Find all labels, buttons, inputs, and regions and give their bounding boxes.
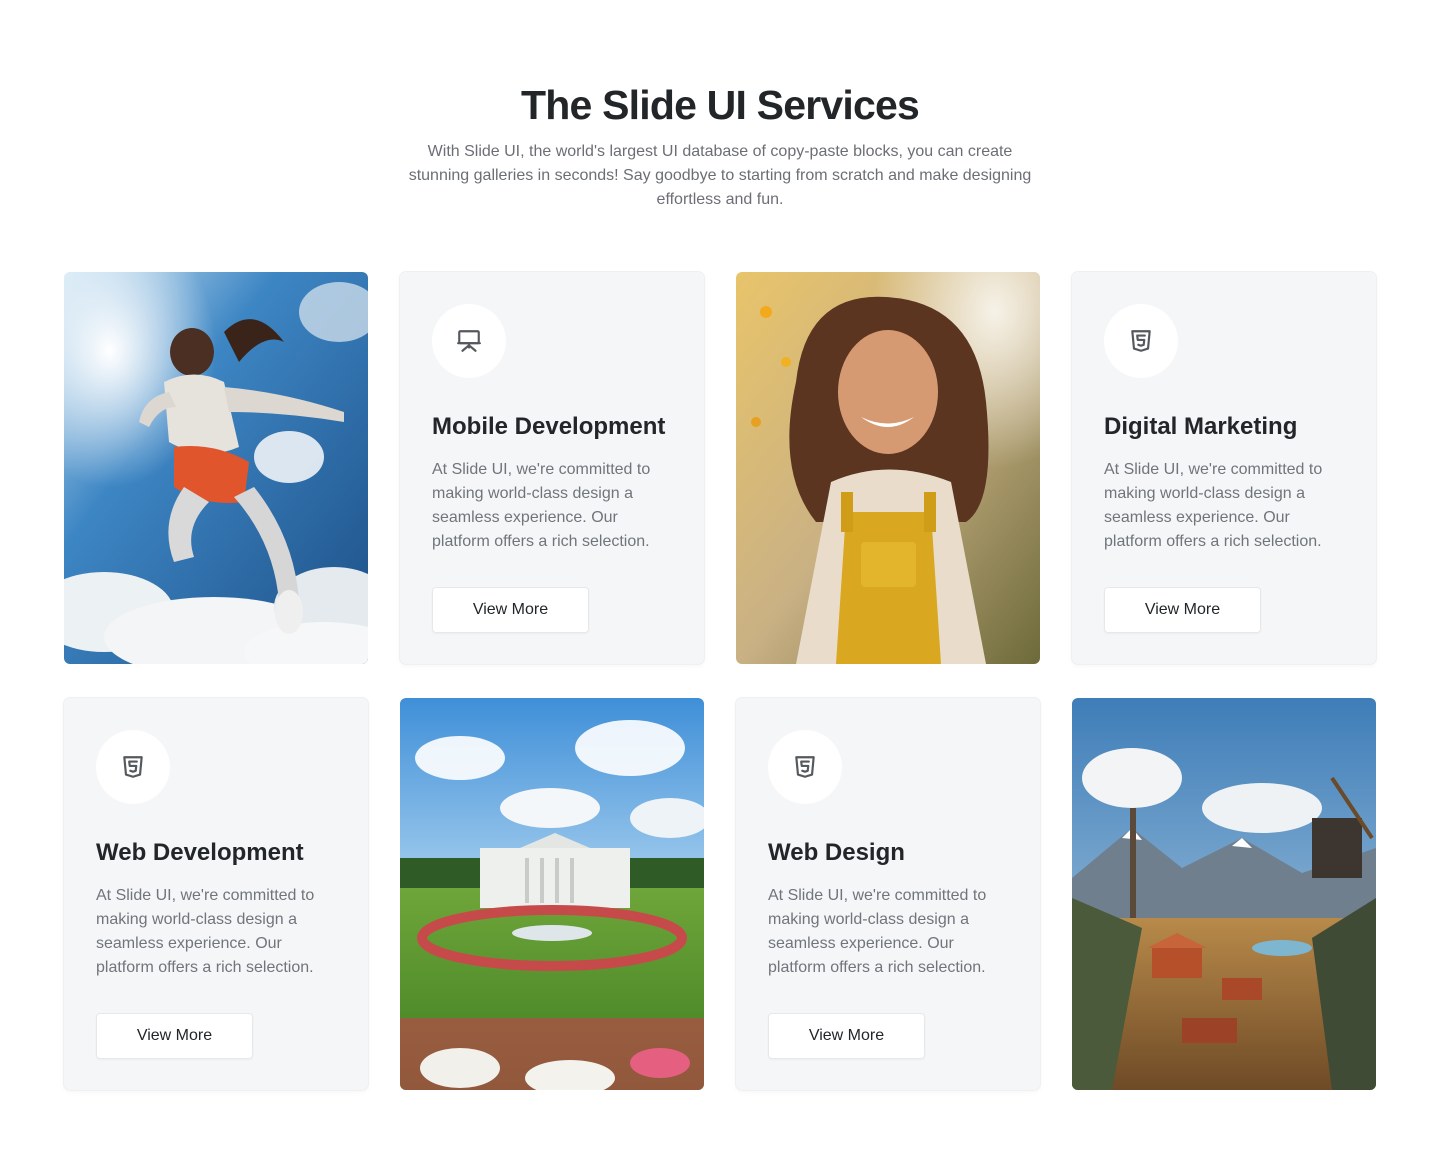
icon-circle	[96, 730, 170, 804]
html5-icon	[123, 756, 143, 778]
html5-icon	[1131, 330, 1151, 352]
icon-circle	[768, 730, 842, 804]
view-more-button[interactable]: View More	[96, 1013, 253, 1059]
card-description: At Slide UI, we're committed to making w…	[96, 887, 315, 976]
card-description: At Slide UI, we're committed to making w…	[1104, 461, 1323, 550]
card-title: Web Development	[96, 839, 304, 866]
service-card-web-development: Web Development At Slide UI, we're commi…	[64, 698, 368, 1090]
section-header: The Slide UI Services With Slide UI, the…	[0, 0, 1440, 212]
html5-icon	[795, 756, 815, 778]
icon-circle	[1104, 304, 1178, 378]
card-description: At Slide UI, we're committed to making w…	[768, 887, 987, 976]
service-card-digital-marketing: Digital Marketing At Slide UI, we're com…	[1072, 272, 1376, 664]
image-card-mining-landscape	[1072, 698, 1376, 1090]
woman-jumping-sky-photo	[64, 272, 368, 664]
view-more-button[interactable]: View More	[432, 587, 589, 633]
image-card-woman-jumping	[64, 272, 368, 664]
mining-landscape-photo	[1072, 698, 1376, 1090]
presentation-board-icon	[457, 330, 481, 352]
view-more-button[interactable]: View More	[1104, 587, 1261, 633]
section-subtitle: With Slide UI, the world's largest UI da…	[408, 143, 1032, 208]
services-grid: Mobile Development At Slide UI, we're co…	[64, 272, 1376, 1090]
smiling-woman-overalls-photo	[736, 272, 1040, 664]
service-card-mobile-development: Mobile Development At Slide UI, we're co…	[400, 272, 704, 664]
service-card-web-design: Web Design At Slide UI, we're committed …	[736, 698, 1040, 1090]
view-more-button[interactable]: View More	[768, 1013, 925, 1059]
image-card-smiling-woman	[736, 272, 1040, 664]
card-title: Web Design	[768, 839, 905, 866]
section-title: The Slide UI Services	[521, 82, 920, 128]
card-title: Mobile Development	[432, 413, 666, 440]
image-card-white-house	[400, 698, 704, 1090]
white-house-garden-photo	[400, 698, 704, 1090]
icon-circle	[432, 304, 506, 378]
card-description: At Slide UI, we're committed to making w…	[432, 461, 651, 550]
card-title: Digital Marketing	[1104, 413, 1298, 440]
